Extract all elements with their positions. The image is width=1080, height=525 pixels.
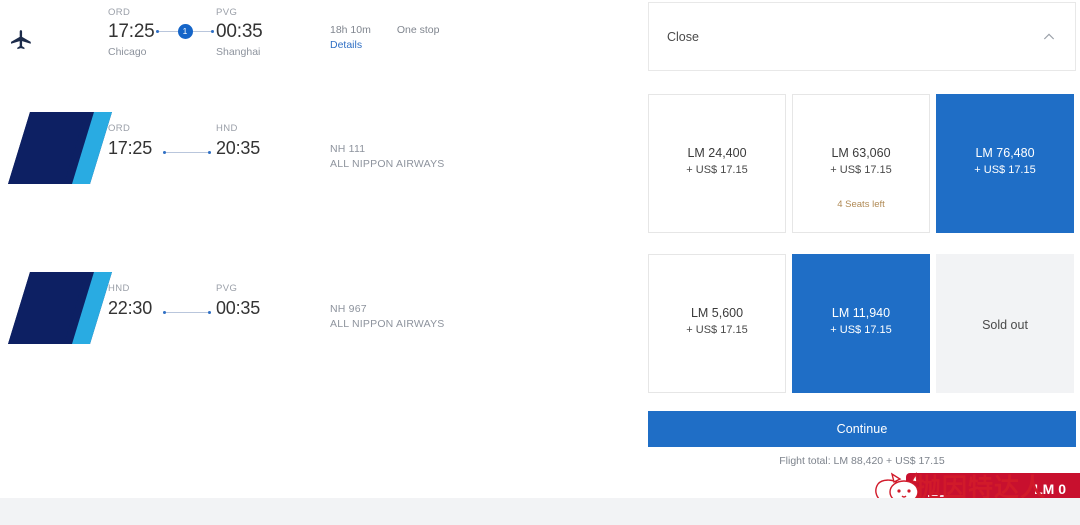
segment-route-line xyxy=(163,306,211,318)
segment-arrival-time: 00:35 xyxy=(216,298,261,318)
fare-card[interactable]: LM 24,400 + US$ 17.15 xyxy=(648,94,786,233)
summary-arrival: PVG 00:35 Shanghai xyxy=(216,6,296,60)
close-label: Close xyxy=(667,29,699,44)
itinerary-stops-label: One stop xyxy=(396,24,440,36)
sold-out-label: Sold out xyxy=(982,318,1028,332)
flight-segment-row: HND 22:30 PVG 00:35 NH 967 ALL NIPPON AI… xyxy=(0,272,640,358)
segment-arrival-code: HND xyxy=(216,123,238,134)
fare-tax: + US$ 17.15 xyxy=(686,164,748,176)
fare-amount: LM 11,940 xyxy=(831,306,891,320)
fare-amount: LM 76,480 xyxy=(975,146,1035,160)
fare-selection-panel: Close LM 24,400 + US$ 17.15 LM 63,060 + … xyxy=(648,0,1076,498)
chevron-up-icon[interactable] xyxy=(1041,29,1057,45)
fare-tax: + US$ 17.15 xyxy=(974,164,1036,176)
flight-total-label: Flight total: LM 88,420 + US$ 17.15 xyxy=(779,455,945,467)
segment-dot-end xyxy=(208,310,211,314)
fare-amount: LM 63,060 xyxy=(831,146,891,160)
summary-arrival-city: Shanghai xyxy=(216,46,261,58)
itinerary-summary-row: ORD 17:25 Chicago 1 PVG 00:35 Shanghai 1… xyxy=(0,0,640,70)
segment-arrival-code: PVG xyxy=(216,283,238,294)
flight-segment-row: ORD 17:25 HND 20:35 NH 111 ALL NIPPON AI… xyxy=(0,112,640,198)
fare-card-sold-out: Sold out xyxy=(936,254,1074,393)
fare-card-body: LM 63,060 + US$ 17.15 xyxy=(793,145,929,178)
fare-card-selected[interactable]: LM 11,940 + US$ 17.15 xyxy=(792,254,930,393)
segment-flight-info: NH 111 ALL NIPPON AIRWAYS xyxy=(330,142,444,172)
segment-dot-end xyxy=(208,150,211,154)
fare-card-body: LM 24,400 + US$ 17.15 xyxy=(649,145,785,178)
itinerary-column: ORD 17:25 Chicago 1 PVG 00:35 Shanghai 1… xyxy=(0,0,640,498)
fare-card-body: Sold out xyxy=(937,317,1073,334)
fare-card-body: LM 11,940 + US$ 17.15 xyxy=(793,305,929,338)
fare-card-body: LM 5,600 + US$ 17.15 xyxy=(649,305,785,338)
segment-departure-code: HND xyxy=(108,283,130,294)
route-line-right xyxy=(192,30,211,32)
fare-row: LM 5,600 + US$ 17.15 LM 11,940 + US$ 17.… xyxy=(648,254,1076,393)
segment-flight-number: NH 967 xyxy=(330,303,367,315)
fare-amount: LM 5,600 xyxy=(690,306,744,320)
summary-departure-city: Chicago xyxy=(108,46,147,58)
promo-amount: LM 0 xyxy=(1034,481,1066,497)
summary-departure-code: ORD xyxy=(108,7,131,18)
segment-arrival: HND 20:35 xyxy=(216,122,296,161)
fare-card[interactable]: LM 5,600 + US$ 17.15 xyxy=(648,254,786,393)
stops-count-badge: 1 xyxy=(177,23,193,39)
fare-card-body: LM 76,480 + US$ 17.15 xyxy=(937,145,1073,178)
segment-airline-name: ALL NIPPON AIRWAYS xyxy=(330,158,445,170)
flight-fare-selection-page: ORD 17:25 Chicago 1 PVG 00:35 Shanghai 1… xyxy=(0,0,1080,525)
summary-arrival-code: PVG xyxy=(216,7,238,18)
segment-airline-name: ALL NIPPON AIRWAYS xyxy=(330,318,445,330)
fare-card[interactable]: LM 63,060 + US$ 17.15 4 Seats left xyxy=(792,94,930,233)
ana-logo xyxy=(8,112,112,184)
continue-button[interactable]: Continue xyxy=(648,411,1076,447)
itinerary-duration: 18h 10m xyxy=(330,24,371,36)
details-link[interactable]: Details xyxy=(330,39,362,51)
segment-departure-code: ORD xyxy=(108,123,131,134)
segment-arrival: PVG 00:35 xyxy=(216,282,296,321)
fare-tax: + US$ 17.15 xyxy=(830,164,892,176)
route-dot-end xyxy=(211,29,214,33)
segment-flight-info: NH 967 ALL NIPPON AIRWAYS xyxy=(330,302,444,332)
segment-arrival-time: 20:35 xyxy=(216,138,261,158)
fare-amount: LM 24,400 xyxy=(687,146,747,160)
ana-logo xyxy=(8,272,112,344)
segment-line xyxy=(166,311,208,313)
segment-route-line xyxy=(163,146,211,158)
footer-band xyxy=(0,498,1080,525)
seats-left-badge: 4 Seats left xyxy=(837,199,885,210)
segment-line xyxy=(166,151,208,153)
close-bar[interactable]: Close xyxy=(648,2,1076,71)
fare-tax: + US$ 17.15 xyxy=(830,324,892,336)
fare-tax: + US$ 17.15 xyxy=(686,324,748,336)
stops-indicator: 1 xyxy=(156,21,214,41)
summary-arrival-time: 00:35 xyxy=(216,21,263,42)
airplane-icon xyxy=(8,28,34,54)
fare-card-selected[interactable]: LM 76,480 + US$ 17.15 xyxy=(936,94,1074,233)
fare-row: LM 24,400 + US$ 17.15 LM 63,060 + US$ 17… xyxy=(648,94,1076,233)
route-line-left xyxy=(159,30,178,32)
itinerary-meta: 18h 10m One stop xyxy=(330,24,440,36)
segment-flight-number: NH 111 xyxy=(330,143,366,155)
